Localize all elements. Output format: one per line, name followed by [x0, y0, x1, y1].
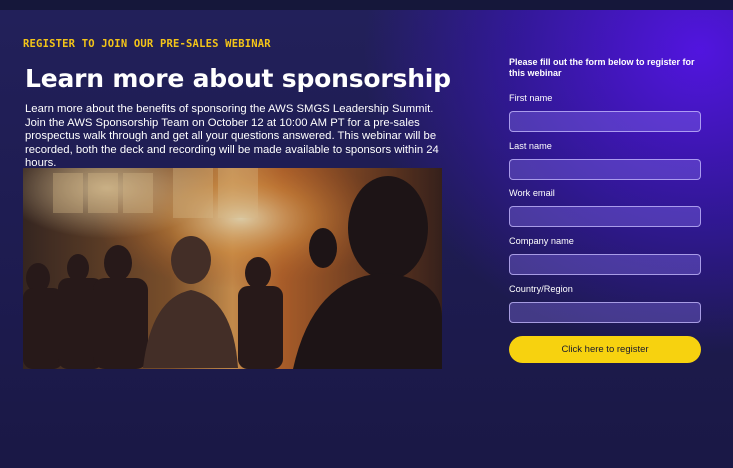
last-name-field[interactable] [509, 159, 701, 180]
register-button[interactable]: Click here to register [509, 336, 701, 363]
work-email-field[interactable] [509, 206, 701, 227]
audience-photo [23, 168, 442, 369]
top-bar [0, 0, 733, 10]
hero-image [23, 168, 442, 369]
company-name-label: Company name [509, 236, 574, 246]
company-name-field[interactable] [509, 254, 701, 275]
first-name-field[interactable] [509, 111, 701, 132]
first-name-label: First name [509, 93, 553, 103]
page-description: Learn more about the benefits of sponsor… [25, 103, 439, 169]
form-intro: Please fill out the form below to regist… [509, 57, 695, 78]
last-name-label: Last name [509, 141, 552, 151]
page-title: Learn more about sponsorship [25, 64, 451, 93]
work-email-label: Work email [509, 188, 555, 198]
country-region-field[interactable] [509, 302, 701, 323]
eyebrow-heading: REGISTER TO JOIN OUR PRE-SALES WEBINAR [23, 38, 271, 50]
country-region-label: Country/Region [509, 284, 573, 294]
